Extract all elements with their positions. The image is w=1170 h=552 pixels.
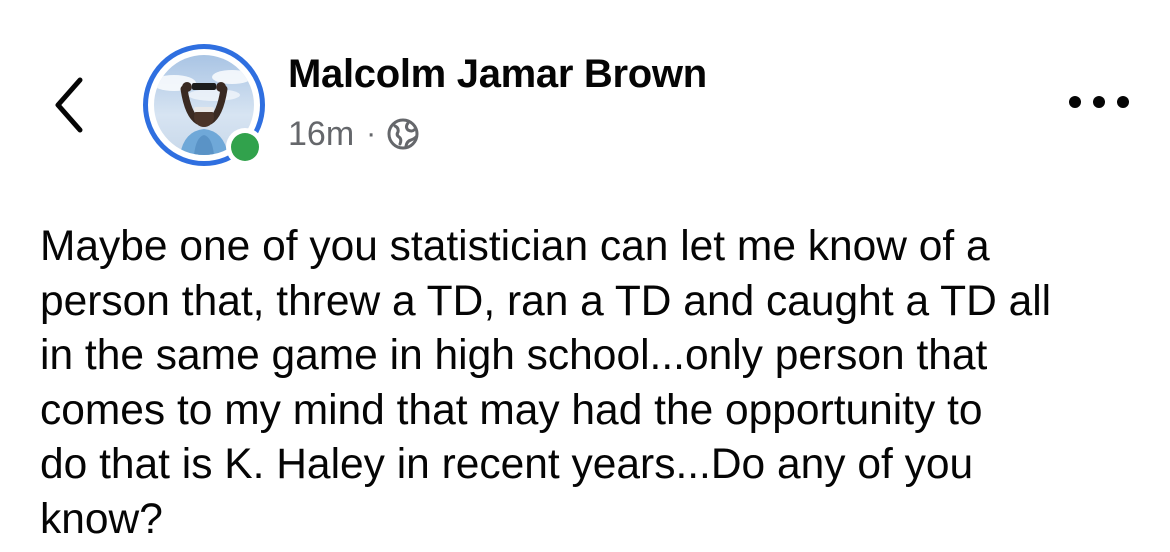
post-meta: 16m · [288,112,420,156]
more-horizontal-icon [1069,96,1129,108]
online-status-indicator [226,128,264,166]
chevron-left-icon [55,77,83,133]
back-button[interactable] [44,70,104,140]
post-body-text: Maybe one of you statistician can let me… [40,223,1052,543]
author-name[interactable]: Malcolm Jamar Brown [288,52,707,97]
meta-separator: · [366,117,377,150]
more-options-button[interactable] [1064,82,1134,122]
globe-icon[interactable] [386,117,420,151]
post-timestamp[interactable]: 16m [288,115,354,154]
